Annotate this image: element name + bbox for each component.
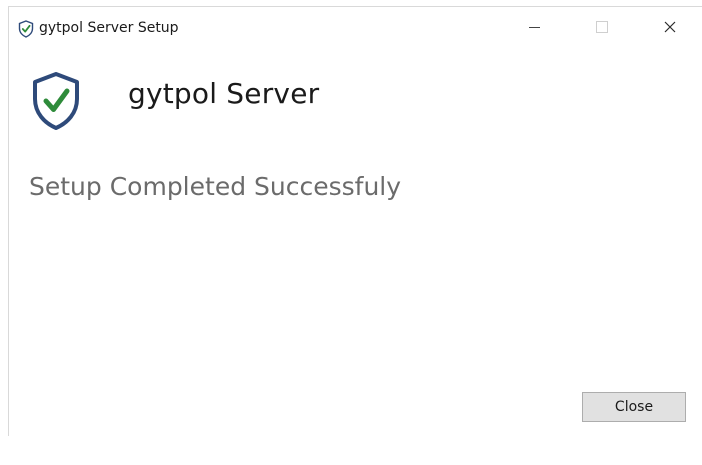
close-icon: [664, 21, 676, 33]
shield-check-icon: [18, 20, 34, 38]
window-close-button[interactable]: [647, 11, 693, 43]
setup-window: gytpol Server Setup gytpol Server Setup …: [8, 6, 702, 436]
minimize-button[interactable]: [511, 11, 557, 43]
window-title: gytpol Server Setup: [39, 20, 179, 36]
maximize-icon: [596, 21, 608, 33]
title-bar[interactable]: gytpol Server Setup: [9, 7, 702, 47]
product-shield-icon: [33, 72, 79, 130]
minimize-icon: [528, 26, 540, 28]
product-name: gytpol Server: [128, 77, 320, 110]
status-message: Setup Completed Successfuly: [29, 172, 402, 201]
close-button[interactable]: Close: [582, 392, 686, 422]
maximize-button[interactable]: [579, 11, 625, 43]
